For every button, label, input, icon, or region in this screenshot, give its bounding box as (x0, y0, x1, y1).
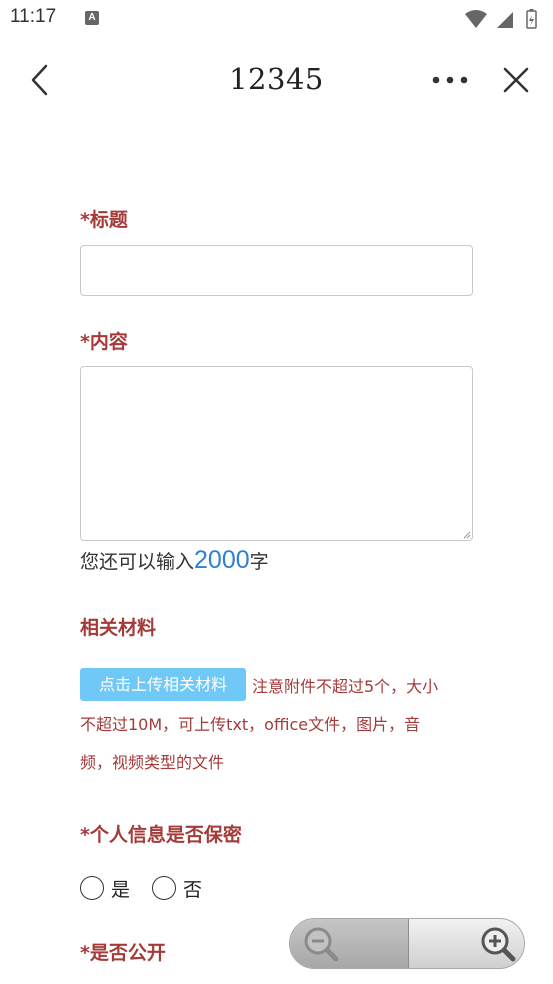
char-count: 您还可以输入2000字 (80, 546, 269, 575)
resize-grip-icon[interactable] (463, 531, 471, 539)
privacy-no-label[interactable]: 否 (183, 875, 202, 902)
zoom-in-icon (481, 927, 516, 962)
privacy-no-radio[interactable] (152, 876, 176, 900)
content-textarea[interactable] (80, 366, 473, 541)
status-time: 11:17 (10, 6, 57, 27)
char-count-prefix: 您还可以输入 (80, 551, 195, 573)
upload-note-line1: 注意附件不超过5个，大小 (252, 677, 439, 696)
char-count-suffix: 字 (249, 551, 269, 573)
zoom-control (289, 918, 525, 969)
more-horizontal-icon[interactable] (428, 60, 472, 100)
privacy-yes-label[interactable]: 是 (111, 875, 130, 902)
privacy-yes-radio[interactable] (80, 876, 104, 900)
signal-wifi-battery-icons (465, 9, 537, 29)
privacy-label: *个人信息是否保密 (80, 824, 242, 846)
public-label: *是否公开 (80, 942, 166, 964)
zoom-out-icon (304, 927, 339, 962)
close-icon[interactable] (496, 60, 536, 100)
status-bar: 11:17 A (0, 0, 553, 38)
title-input[interactable] (80, 245, 473, 296)
zoom-out-button[interactable] (290, 919, 408, 968)
notification-icon: A (85, 11, 99, 25)
upload-note-line2: 不超过10M，可上传txt，office文件，图片，音 (80, 715, 421, 734)
upload-note-line3: 频，视频类型的文件 (80, 753, 225, 772)
zoom-in-button[interactable] (408, 919, 524, 968)
content-label: *内容 (80, 331, 128, 353)
char-count-number: 2000 (194, 546, 250, 574)
app-header: 12345 (0, 38, 553, 122)
upload-button[interactable]: 点击上传相关材料 (80, 668, 246, 701)
materials-label: 相关材料 (80, 617, 157, 639)
title-label: *标题 (80, 209, 128, 231)
